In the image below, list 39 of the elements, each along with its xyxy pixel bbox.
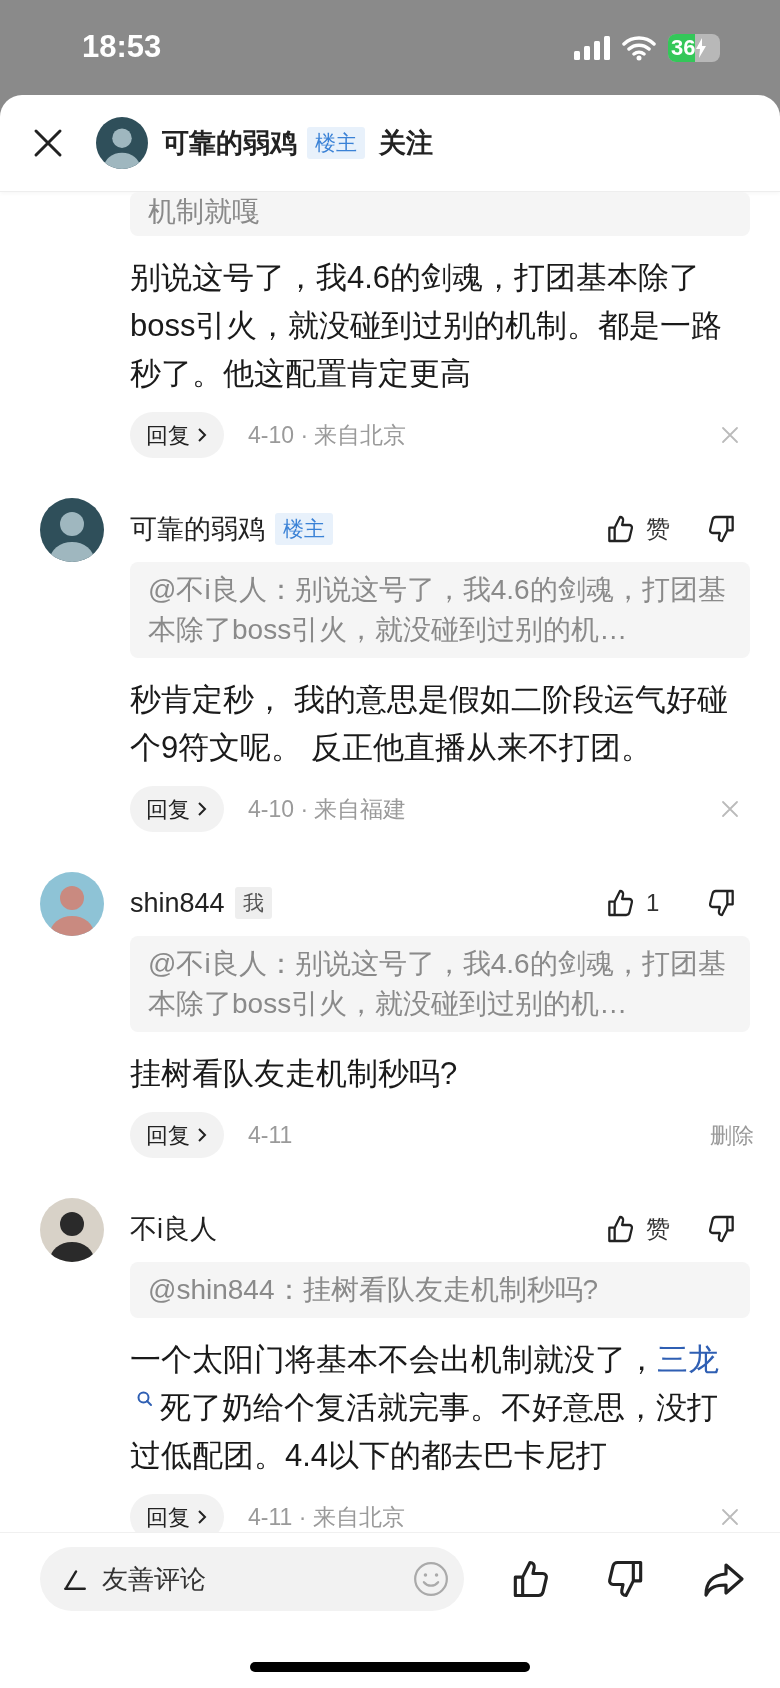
quoted-comment: @不i良人：别说这号了，我4.6的剑魂，打团基本除了boss引火，就没碰到过别的机… (130, 562, 750, 658)
comment-meta: 4-10 · 来自北京 (248, 420, 407, 450)
wifi-icon (622, 34, 656, 61)
chevron-right-icon (196, 426, 208, 444)
quoted-comment: @不i良人：别说这号了，我4.6的剑魂，打团基本除了boss引火，就没碰到过别的机… (130, 936, 750, 1032)
chevron-right-icon (196, 1126, 208, 1144)
comment-meta: 4-11 (248, 1120, 293, 1150)
reply-button[interactable]: 回复 (130, 1494, 224, 1532)
author-badge: 楼主 (275, 513, 333, 545)
comment-meta: 4-11 · 来自北京 (248, 1502, 405, 1532)
signal-icon (574, 35, 610, 60)
reply-button[interactable]: 回复 (130, 412, 224, 458)
status-time: 18:53 (82, 28, 162, 67)
author-badge: 楼主 (307, 127, 365, 159)
author-badge: 我 (234, 887, 272, 919)
author-name[interactable]: 可靠的弱鸡 (162, 122, 297, 164)
follow-button[interactable]: 关注 (379, 122, 433, 164)
comment-meta: 4-10 · 来自福建 (248, 794, 407, 824)
avatar[interactable] (96, 117, 148, 169)
battery-percent: 36 (671, 36, 696, 59)
author-name[interactable]: shin844 (130, 882, 225, 924)
chevron-right-icon (196, 800, 208, 818)
search-icon[interactable] (136, 1390, 154, 1408)
comment-text: 别说这号了，我4.6的剑魂，打团基本除了boss引火，就没碰到过别的机制。都是一路秒了。他这配置肯定更高 (130, 259, 724, 393)
quoted-comment: 机制就嘎 (130, 192, 750, 236)
comment-text: 挂树看队友走机制秒吗? (130, 1055, 459, 1093)
reply-button[interactable]: 回复 (130, 1112, 224, 1158)
like-count: 1 (646, 888, 661, 918)
comment-text: 一个太阳门将基本不会出机制就没了，三龙 死了奶给个复活就完事。不好意思，没打过低配团。4.4以下的都去巴卡尼打 (130, 1341, 720, 1475)
comment-input[interactable]: 友善评论 (40, 1547, 464, 1611)
like-count: 赞 (646, 514, 671, 544)
comment-text: 秒肯定秒， 我的意思是假如二阶段运气好碰个9符文呢。 反正他直播从来不打团。 (130, 681, 729, 767)
topic-link[interactable]: 三龙 (657, 1342, 719, 1377)
reply-button[interactable]: 回复 (130, 786, 224, 832)
quoted-comment: @shin844：挂树看队友走机制秒吗? (130, 1262, 750, 1318)
author-name[interactable]: 可靠的弱鸡 (130, 508, 265, 550)
chevron-right-icon (196, 1508, 208, 1526)
author-name[interactable]: 不i良人 (130, 1208, 217, 1250)
like-count: 赞 (646, 1214, 671, 1244)
